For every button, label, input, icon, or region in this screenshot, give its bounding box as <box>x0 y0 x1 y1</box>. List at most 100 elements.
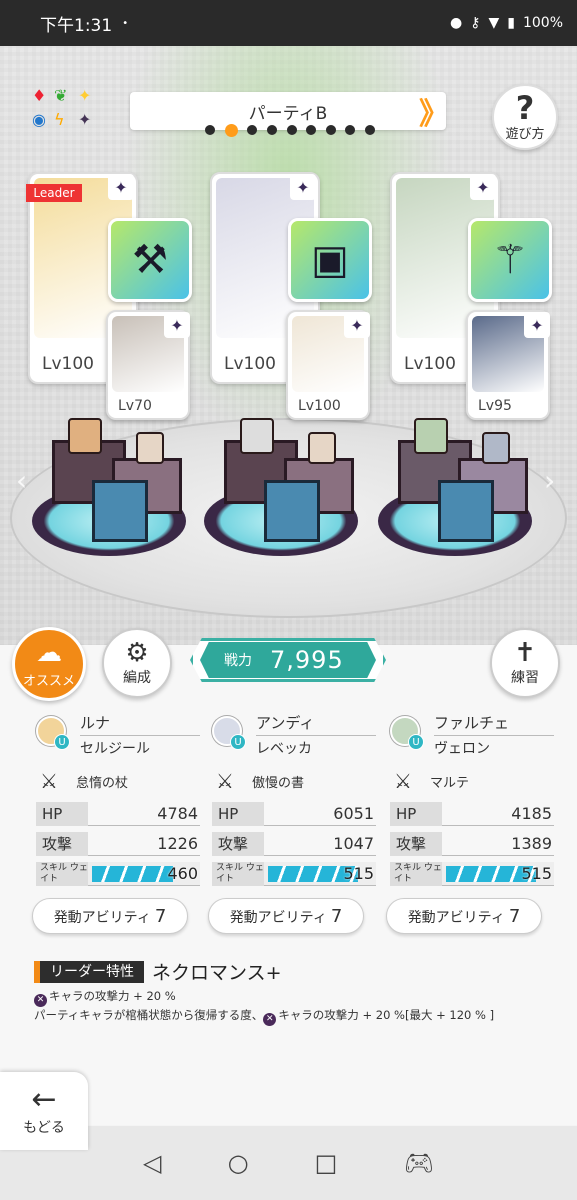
sparkle-icon: ✦ <box>78 86 92 105</box>
ability-label: 発動アビリティ <box>53 910 151 926</box>
unison-badge-icon: U <box>408 734 424 750</box>
chibi-sprite <box>482 432 510 464</box>
party-title: パーティB <box>248 103 328 124</box>
element-icons: ♦ ❦ ✦ ◉ ϟ ✦ <box>28 86 104 138</box>
attack-label: 攻撃 <box>212 832 264 856</box>
party-page-dot[interactable] <box>224 123 238 137</box>
weapon-slot-3[interactable]: ⚚ <box>468 218 552 302</box>
ability-button[interactable]: 発動アビリティ 7 <box>386 898 542 934</box>
nav-back-icon[interactable]: ◁ <box>143 1149 161 1177</box>
party-page-dot[interactable] <box>205 125 215 135</box>
notification-dot: • <box>122 17 129 29</box>
formation-icon: ⚙ <box>125 638 149 668</box>
battery-icon: ▮ <box>507 15 515 31</box>
question-icon: ? <box>515 88 535 127</box>
training-dummy-icon: ✝ <box>514 638 536 668</box>
rarity-star-icon: ✦ <box>290 174 316 200</box>
party-page-dot[interactable] <box>247 125 258 135</box>
help-label: 遊び方 <box>505 126 545 142</box>
nav-home-icon[interactable]: ○ <box>228 1149 249 1177</box>
chibi-sprite <box>68 418 102 454</box>
chibi-sprite <box>240 418 274 454</box>
attack-value: 1389 <box>442 832 554 856</box>
hp-value: 4784 <box>88 802 200 826</box>
practice-button[interactable]: ✝ 練習 <box>490 628 560 698</box>
hp-value: 4185 <box>442 802 554 826</box>
gamepad-icon[interactable]: 🎮︎ <box>403 1149 433 1177</box>
member-column-2: U アンディ レベッカ ⚔ 傲慢の書 HP 6051 攻撃 1047 スキル ウェイ… <box>208 712 376 934</box>
party-page-dot[interactable] <box>345 125 356 135</box>
chibi-sprite <box>308 432 336 464</box>
pedestal-book-icon <box>438 480 494 542</box>
pedestal-1 <box>32 418 186 556</box>
recommend-label: オススメ <box>22 673 75 689</box>
ability-button[interactable]: 発動アビリティ 7 <box>32 898 188 934</box>
formation-button[interactable]: ⚙ 編成 <box>102 628 172 698</box>
party-page-dot[interactable] <box>365 125 375 135</box>
nav-recents-icon[interactable]: □ <box>315 1149 338 1177</box>
ability-count: 7 <box>154 906 167 927</box>
practice-label: 練習 <box>511 670 539 686</box>
member-avatar: U <box>390 716 424 750</box>
party-page-dots[interactable] <box>205 123 375 137</box>
party-page-dot[interactable] <box>286 125 297 135</box>
leader-skill-line1: キャラの攻撃力 + 20 % <box>49 989 176 1003</box>
member-avatar: U <box>36 716 70 750</box>
skill-wait-label: スキル ウェイト <box>212 862 264 886</box>
ability-button[interactable]: 発動アビリティ 7 <box>208 898 364 934</box>
back-button[interactable]: ← もどる <box>0 1072 88 1150</box>
sub-level: Lv100 <box>298 398 341 414</box>
next-party-button[interactable]: 》 <box>419 92 449 132</box>
unison-badge-icon: U <box>230 734 246 750</box>
weapon-name: 怠惰の杖 <box>76 775 129 791</box>
pedestal-book-icon <box>92 480 148 542</box>
back-label: もどる <box>23 1120 65 1136</box>
attack-label: 攻撃 <box>390 832 442 856</box>
water-icon: ◉ <box>32 110 46 129</box>
party-page-dot[interactable] <box>306 125 317 135</box>
heart-suit-icon: ♦ <box>32 86 47 105</box>
recommend-icon: ☁ <box>36 637 62 668</box>
weapon-slot-2[interactable]: ▣ <box>288 218 372 302</box>
leader-skill-tag: リーダー特性 <box>34 960 144 983</box>
weapon-name: 傲慢の書 <box>252 775 305 791</box>
lightning-icon: ϟ <box>54 110 65 129</box>
skull-icon: ✕ <box>34 994 47 1007</box>
scroll-left-icon[interactable]: ‹ <box>16 464 27 497</box>
weapon-slot-1[interactable]: ⚒ <box>108 218 192 302</box>
rarity-star-icon: ✦ <box>524 312 550 338</box>
status-bar: 下午1:31 • ● ⚷ ▼ ▮ 100% <box>0 0 577 46</box>
ability-count: 7 <box>508 906 521 927</box>
skill-wait-value: 515 <box>343 864 374 883</box>
attack-value: 1047 <box>264 832 376 856</box>
skill-wait-value: 515 <box>521 864 552 883</box>
key-icon: ⚷ <box>470 15 481 31</box>
member-name: ルナ <box>80 712 200 736</box>
chibi-sprite <box>136 432 164 464</box>
ability-label: 発動アビリティ <box>407 910 505 926</box>
recommend-button[interactable]: ☁ オススメ <box>12 627 86 701</box>
party-page-dot[interactable] <box>325 125 336 135</box>
help-button[interactable]: ? 遊び方 <box>492 84 558 150</box>
pedestal-2 <box>204 418 358 556</box>
weapon-icon: ⚔ <box>216 769 234 793</box>
member-sub-name: ヴェロン <box>434 741 490 757</box>
skill-wait-bar: 515 <box>264 862 376 886</box>
skill-wait-value: 460 <box>167 864 198 883</box>
hp-value: 6051 <box>264 802 376 826</box>
weapon-icon: ⚔ <box>394 769 412 793</box>
member-sub-name: セルジール <box>80 741 150 757</box>
skill-wait-bar: 515 <box>442 862 554 886</box>
dark-star-icon: ✦ <box>78 110 92 129</box>
status-right: ● ⚷ ▼ ▮ 100% <box>450 15 563 31</box>
formation-label: 編成 <box>123 670 151 686</box>
member-sub-name: レベッカ <box>256 741 312 757</box>
rarity-star-icon: ✦ <box>344 312 370 338</box>
sub-level: Lv70 <box>118 398 152 414</box>
member-column-1: U ルナ セルジール ⚔ 怠惰の杖 HP 4784 攻撃 1226 スキル ウェイト… <box>32 712 200 934</box>
scroll-right-icon[interactable]: › <box>544 464 555 497</box>
member-name: アンディ <box>256 712 376 736</box>
party-page-dot[interactable] <box>266 125 277 135</box>
rarity-star-icon: ✦ <box>470 174 496 200</box>
pedestal-3 <box>378 418 532 556</box>
